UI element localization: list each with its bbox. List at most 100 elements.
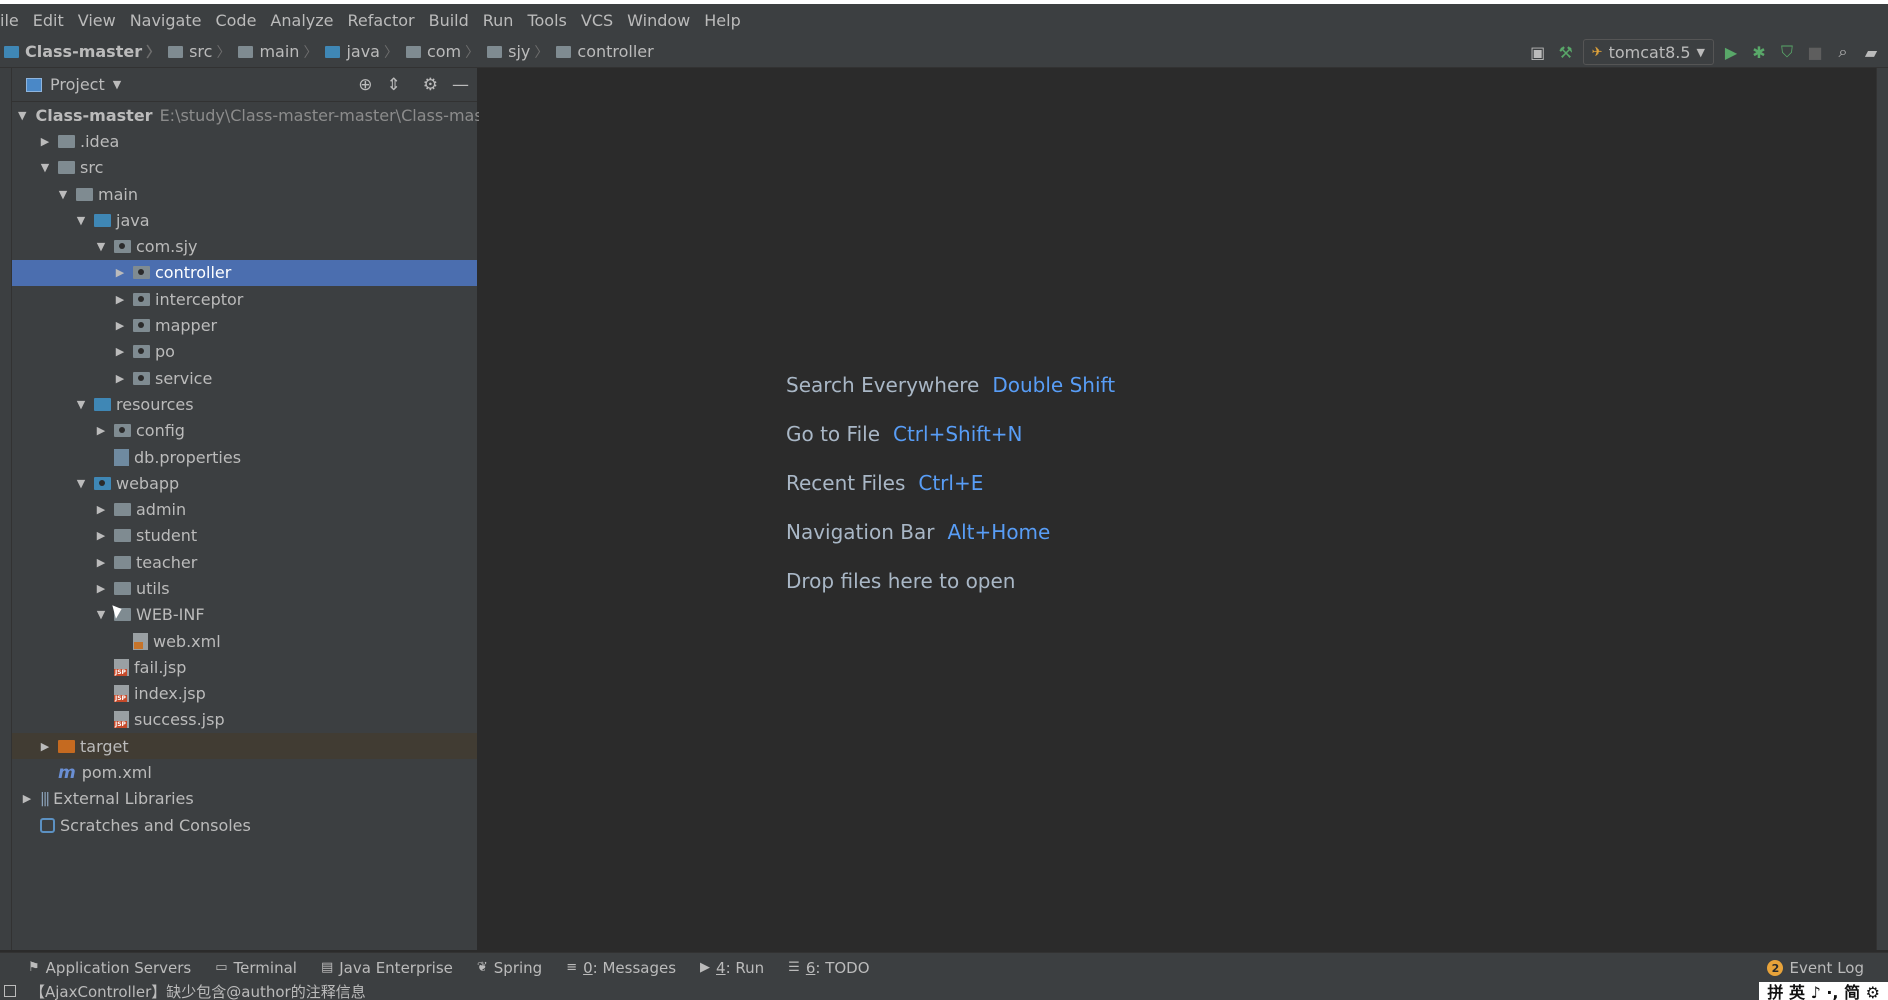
tree-item-resources[interactable]: ▼ resources	[12, 391, 477, 417]
expanded-arrow-icon[interactable]: ▼	[36, 161, 54, 174]
tool-window-terminal[interactable]: ▭ Terminal	[203, 959, 309, 977]
menu-item-window[interactable]: Window	[620, 11, 697, 30]
collapsed-arrow-icon[interactable]: ▶	[92, 503, 110, 516]
menu-item-code[interactable]: Code	[208, 11, 263, 30]
collapsed-arrow-icon[interactable]: ▶	[36, 740, 54, 753]
collapsed-arrow-icon[interactable]: ▶	[111, 345, 129, 358]
locate-icon[interactable]: ⊕	[358, 75, 372, 95]
tree-item-main[interactable]: ▼ main	[12, 181, 477, 207]
tree-item-webapp[interactable]: ▼ webapp	[12, 470, 477, 496]
collapsed-arrow-icon[interactable]: ▶	[92, 582, 110, 595]
tree-item-web-xml[interactable]: web.xml	[12, 628, 477, 654]
collapsed-arrow-icon[interactable]: ▶	[92, 424, 110, 437]
tree-item-po[interactable]: ▶ po	[12, 339, 477, 365]
tree-item-fail-jsp[interactable]: fail.jsp	[12, 654, 477, 680]
tree-item-service[interactable]: ▶ service	[12, 365, 477, 391]
collapse-all-icon[interactable]: ⇕	[387, 75, 401, 95]
run-with-coverage-icon[interactable]: ⛉	[1776, 41, 1798, 63]
collapsed-arrow-icon[interactable]: ▶	[111, 319, 129, 332]
breadcrumb-item-com[interactable]: com 〉	[402, 42, 483, 62]
project-panel-title[interactable]: Project	[50, 75, 105, 94]
tool-window-spring[interactable]: ❦ Spring	[465, 959, 554, 977]
tool-window-messages[interactable]: ≡ 0: Messages	[554, 959, 688, 977]
breadcrumb-item-java[interactable]: java 〉	[321, 42, 402, 62]
tree-item-web-inf[interactable]: ▼ WEB-INF	[12, 602, 477, 628]
collapsed-arrow-icon[interactable]: ▶	[92, 529, 110, 542]
expanded-arrow-icon[interactable]: ▼	[72, 214, 90, 227]
collapsed-arrow-icon[interactable]: ▶	[111, 293, 129, 306]
tree-item-class-master[interactable]: ▼ Class-master E:\study\Class-master-maste…	[12, 102, 505, 128]
tree-item-config[interactable]: ▶ config	[12, 418, 477, 444]
collapsed-arrow-icon[interactable]: ▶	[36, 135, 54, 148]
tree-item-com-sjy[interactable]: ▼ com.sjy	[12, 233, 477, 259]
project-structure-icon[interactable]: ▣	[1527, 41, 1549, 63]
tree-item-teacher[interactable]: ▶ teacher	[12, 549, 477, 575]
stop-icon[interactable]: ■	[1804, 41, 1826, 63]
tree-item-pom-xml[interactable]: m pom.xml	[12, 759, 477, 785]
search-icon[interactable]: ⌕	[1832, 41, 1854, 63]
menu-item-build[interactable]: Build	[422, 11, 476, 30]
tree-item-interceptor[interactable]: ▶ interceptor	[12, 286, 477, 312]
breadcrumb-item-controller[interactable]: controller	[552, 42, 654, 61]
collapsed-arrow-icon[interactable]: ▶	[92, 556, 110, 569]
tree-item-admin[interactable]: ▶ admin	[12, 496, 477, 522]
tool-window-run[interactable]: ▶ 4: Run	[688, 959, 776, 977]
breadcrumb-item-main[interactable]: main 〉	[234, 42, 321, 62]
tree-item-index-jsp[interactable]: index.jsp	[12, 681, 477, 707]
tool-window-java-enterprise[interactable]: ▤ Java Enterprise	[309, 959, 465, 977]
menu-item-navigate[interactable]: Navigate	[123, 11, 209, 30]
tree-item-utils[interactable]: ▶ utils	[12, 575, 477, 601]
tree-item-success-jsp[interactable]: success.jsp	[12, 707, 477, 733]
expanded-arrow-icon[interactable]: ▼	[72, 477, 90, 490]
menu-item-view[interactable]: View	[71, 11, 123, 30]
tree-item-db-properties[interactable]: db.properties	[12, 444, 477, 470]
hide-icon[interactable]: —	[452, 75, 469, 95]
menu-item-tools[interactable]: Tools	[520, 11, 573, 30]
gear-icon[interactable]: ⚙	[423, 75, 438, 95]
tree-item-mapper[interactable]: ▶ mapper	[12, 312, 477, 338]
menu-item-run[interactable]: Run	[476, 11, 521, 30]
hint-shortcut: Alt+Home	[947, 519, 1051, 544]
editor-empty-area[interactable]: Search Everywhere Double Shift Go to File C…	[479, 68, 1876, 950]
tool-windows-toggle-icon[interactable]	[4, 985, 16, 997]
collapsed-arrow-icon[interactable]: ▶	[18, 792, 36, 805]
tree-item-target[interactable]: ▶ target	[12, 733, 477, 760]
collapsed-arrow-icon[interactable]: ▶	[111, 266, 129, 279]
tool-window-todo[interactable]: ☰ 6: TODO	[776, 959, 881, 977]
menu-item-help[interactable]: Help	[697, 11, 747, 30]
expanded-arrow-icon[interactable]: ▼	[92, 240, 110, 253]
breadcrumb-item-class-master[interactable]: Class-master 〉	[0, 42, 164, 62]
menu-item-analyze[interactable]: Analyze	[263, 11, 340, 30]
tree-item-src[interactable]: ▼ src	[12, 155, 477, 181]
folder-icon	[238, 45, 254, 58]
expanded-arrow-icon[interactable]: ▼	[18, 109, 26, 122]
run-icon[interactable]: ▶	[1720, 41, 1742, 63]
expanded-arrow-icon[interactable]: ▼	[92, 608, 110, 621]
collapsed-arrow-icon[interactable]: ▶	[111, 372, 129, 385]
menu-item-edit[interactable]: Edit	[26, 11, 71, 30]
expanded-arrow-icon[interactable]: ▼	[54, 188, 72, 201]
left-tool-window-strip[interactable]	[0, 68, 12, 950]
tree-item-java[interactable]: ▼ java	[12, 207, 477, 233]
run-configuration-selector[interactable]: ✈ tomcat8.5 ▼	[1582, 39, 1714, 65]
expanded-arrow-icon[interactable]: ▼	[72, 398, 90, 411]
tool-window-servers[interactable]: ⚑ Application Servers	[16, 959, 203, 977]
menu-item-refactor[interactable]: Refactor	[340, 11, 421, 30]
debug-icon[interactable]: ✱	[1748, 41, 1770, 63]
breadcrumb-item-sjy[interactable]: sjy 〉	[483, 42, 552, 62]
menu-item-ile[interactable]: ile	[0, 11, 26, 30]
right-tool-window-strip[interactable]	[1876, 68, 1888, 950]
tree-item--idea[interactable]: ▶ .idea	[12, 128, 477, 154]
menu-item-vcs[interactable]: VCS	[574, 11, 620, 30]
build-hammer-icon[interactable]: ⚒	[1555, 41, 1577, 63]
vcs-icon[interactable]: ▰	[1860, 41, 1882, 63]
tree-item-controller[interactable]: ▶ controller	[12, 259, 477, 287]
breadcrumb-item-src[interactable]: src 〉	[164, 42, 234, 62]
tree-item-label: java	[116, 210, 150, 230]
tree-item-student[interactable]: ▶ student	[12, 523, 477, 549]
ime-toolbar[interactable]: 拼 英 ♪ ·, 简 ⚙	[1759, 982, 1888, 1000]
tree-item-external-libraries[interactable]: ▶ ||| External Libraries	[12, 786, 477, 812]
tree-item-scratches-and-consoles[interactable]: Scratches and Consoles	[12, 812, 477, 838]
folder-icon	[114, 581, 131, 595]
chevron-down-icon[interactable]: ▼	[113, 78, 121, 91]
